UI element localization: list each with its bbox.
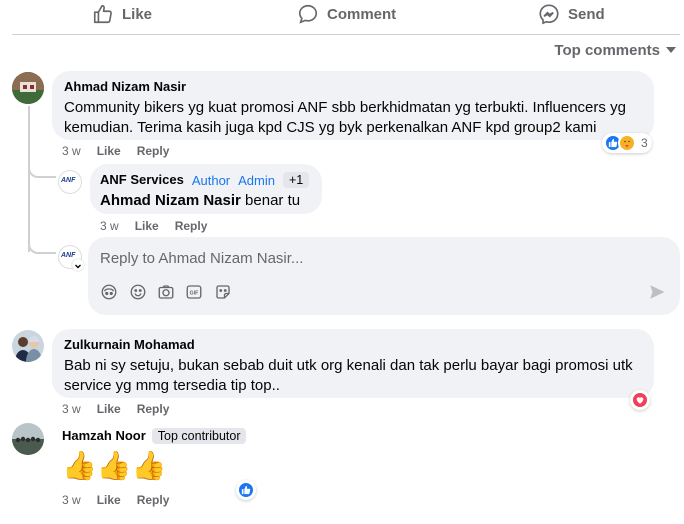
comment-header: Hamzah Noor Top contributor (62, 428, 247, 444)
comment-text-line: Community bikers yg kuat promosi ANF sbb… (64, 99, 626, 116)
reaction-summary[interactable] (236, 480, 256, 500)
like-post-button[interactable]: Like (92, 2, 152, 26)
avatar-zulkurnain[interactable] (12, 330, 44, 362)
comment-actions: 3 w Like Reply (62, 493, 169, 507)
reply-timestamp[interactable]: 3 w (100, 219, 119, 233)
action-bar-divider (12, 34, 680, 35)
reply-bubble: ANF Services Author Admin +1 Ahmad Nizam… (90, 164, 322, 214)
sticker-icon[interactable] (214, 283, 232, 301)
anf-logo-text: ANF (61, 252, 76, 259)
send-post-button[interactable]: Send (538, 2, 605, 26)
comment-bubble-icon (298, 4, 318, 24)
comment-author[interactable]: Hamzah Noor (62, 428, 146, 444)
comment-author[interactable]: Ahmad Nizam Nasir (64, 79, 642, 95)
comment-sort-dropdown[interactable]: Top comments (554, 40, 676, 60)
thread-branch (28, 160, 56, 178)
admin-tag: Admin (238, 172, 275, 188)
send-post-label: Send (568, 5, 605, 23)
comment-timestamp[interactable]: 3 w (62, 493, 81, 507)
comment-text-line: service yg mmg tersedia tip top.. (64, 377, 280, 394)
avatar-hamzah[interactable] (12, 423, 44, 455)
avatar-anf-services[interactable]: ANF (58, 170, 82, 194)
emoji-icon[interactable] (129, 283, 147, 301)
reaction-count: 3 (641, 136, 648, 150)
love-reaction-icon (631, 391, 649, 409)
comment-post-button[interactable]: Comment (297, 2, 396, 26)
reaction-summary[interactable] (630, 390, 650, 410)
comment-bubble: Zulkurnain Mohamad Bab ni sy setuju, buk… (52, 329, 654, 398)
comment-actions: 3 w Like Reply (62, 402, 169, 416)
reply-actions: 3 w Like Reply (100, 219, 207, 233)
care-reaction-icon (618, 134, 636, 152)
anf-logo-text: ANF (61, 177, 76, 184)
like-reaction-icon (237, 481, 255, 499)
comment-sort-label: Top comments (554, 41, 660, 59)
reply-comment-button[interactable]: Reply (137, 144, 170, 158)
reply-input[interactable] (100, 247, 660, 269)
like-comment-button[interactable]: Like (97, 402, 121, 416)
reply-comment-button[interactable]: Reply (137, 493, 170, 507)
comment-timestamp[interactable]: 3 w (62, 402, 81, 416)
comment-emoji-text: 👍👍👍 (62, 450, 167, 481)
messenger-icon (539, 4, 559, 25)
comment-timestamp[interactable]: 3 w (62, 144, 81, 158)
thread-line (28, 106, 30, 252)
profile-photo-icon (12, 423, 44, 455)
like-comment-button[interactable]: Like (97, 144, 121, 158)
profile-photo-icon (12, 330, 44, 362)
caret-down-icon (666, 47, 676, 53)
thumbs-up-icon (93, 4, 112, 24)
reaction-summary[interactable]: 3 (602, 133, 652, 153)
reply-body: benar tu (245, 192, 301, 209)
avatar-sticker-icon[interactable] (100, 283, 118, 301)
camera-icon[interactable] (157, 283, 175, 301)
comment-bubble: Ahmad Nizam Nasir Community bikers yg ku… (52, 71, 654, 140)
post-action-bar: Like Comment Send (0, 0, 684, 28)
comment-text-line: Bab ni sy setuju, bukan sebab duit utk o… (64, 357, 633, 374)
svg-text:GIF: GIF (190, 291, 200, 297)
extra-badge-count[interactable]: +1 (283, 172, 310, 188)
thread-branch (28, 238, 56, 254)
reply-mention[interactable]: Ahmad Nizam Nasir (100, 192, 241, 209)
reply-header: ANF Services Author Admin +1 (100, 171, 312, 189)
profile-switch-chevron-icon[interactable] (72, 259, 84, 271)
comment-actions: 3 w Like Reply (62, 144, 169, 158)
profile-photo-icon (12, 72, 44, 104)
reply-composer: GIF (88, 237, 680, 315)
reply-reply-button[interactable]: Reply (175, 219, 208, 233)
author-tag: Author (191, 172, 231, 188)
like-reply-button[interactable]: Like (135, 219, 159, 233)
like-comment-button[interactable]: Like (97, 493, 121, 507)
comment-post-label: Comment (327, 5, 397, 23)
avatar-ahmad[interactable] (12, 72, 44, 104)
reply-comment-button[interactable]: Reply (137, 402, 170, 416)
send-arrow-icon[interactable] (648, 283, 666, 301)
top-contributor-badge[interactable]: Top contributor (151, 428, 247, 444)
like-post-label: Like (122, 5, 153, 23)
comment-author[interactable]: Zulkurnain Mohamad (64, 337, 642, 353)
gif-icon[interactable]: GIF (185, 283, 203, 301)
reply-author[interactable]: ANF Services (100, 172, 184, 188)
comment-text-line: kemudian. Terima kasih juga kpd CJS yg b… (64, 119, 597, 136)
reply-text: Ahmad Nizam Nasir benar tu (100, 191, 312, 211)
